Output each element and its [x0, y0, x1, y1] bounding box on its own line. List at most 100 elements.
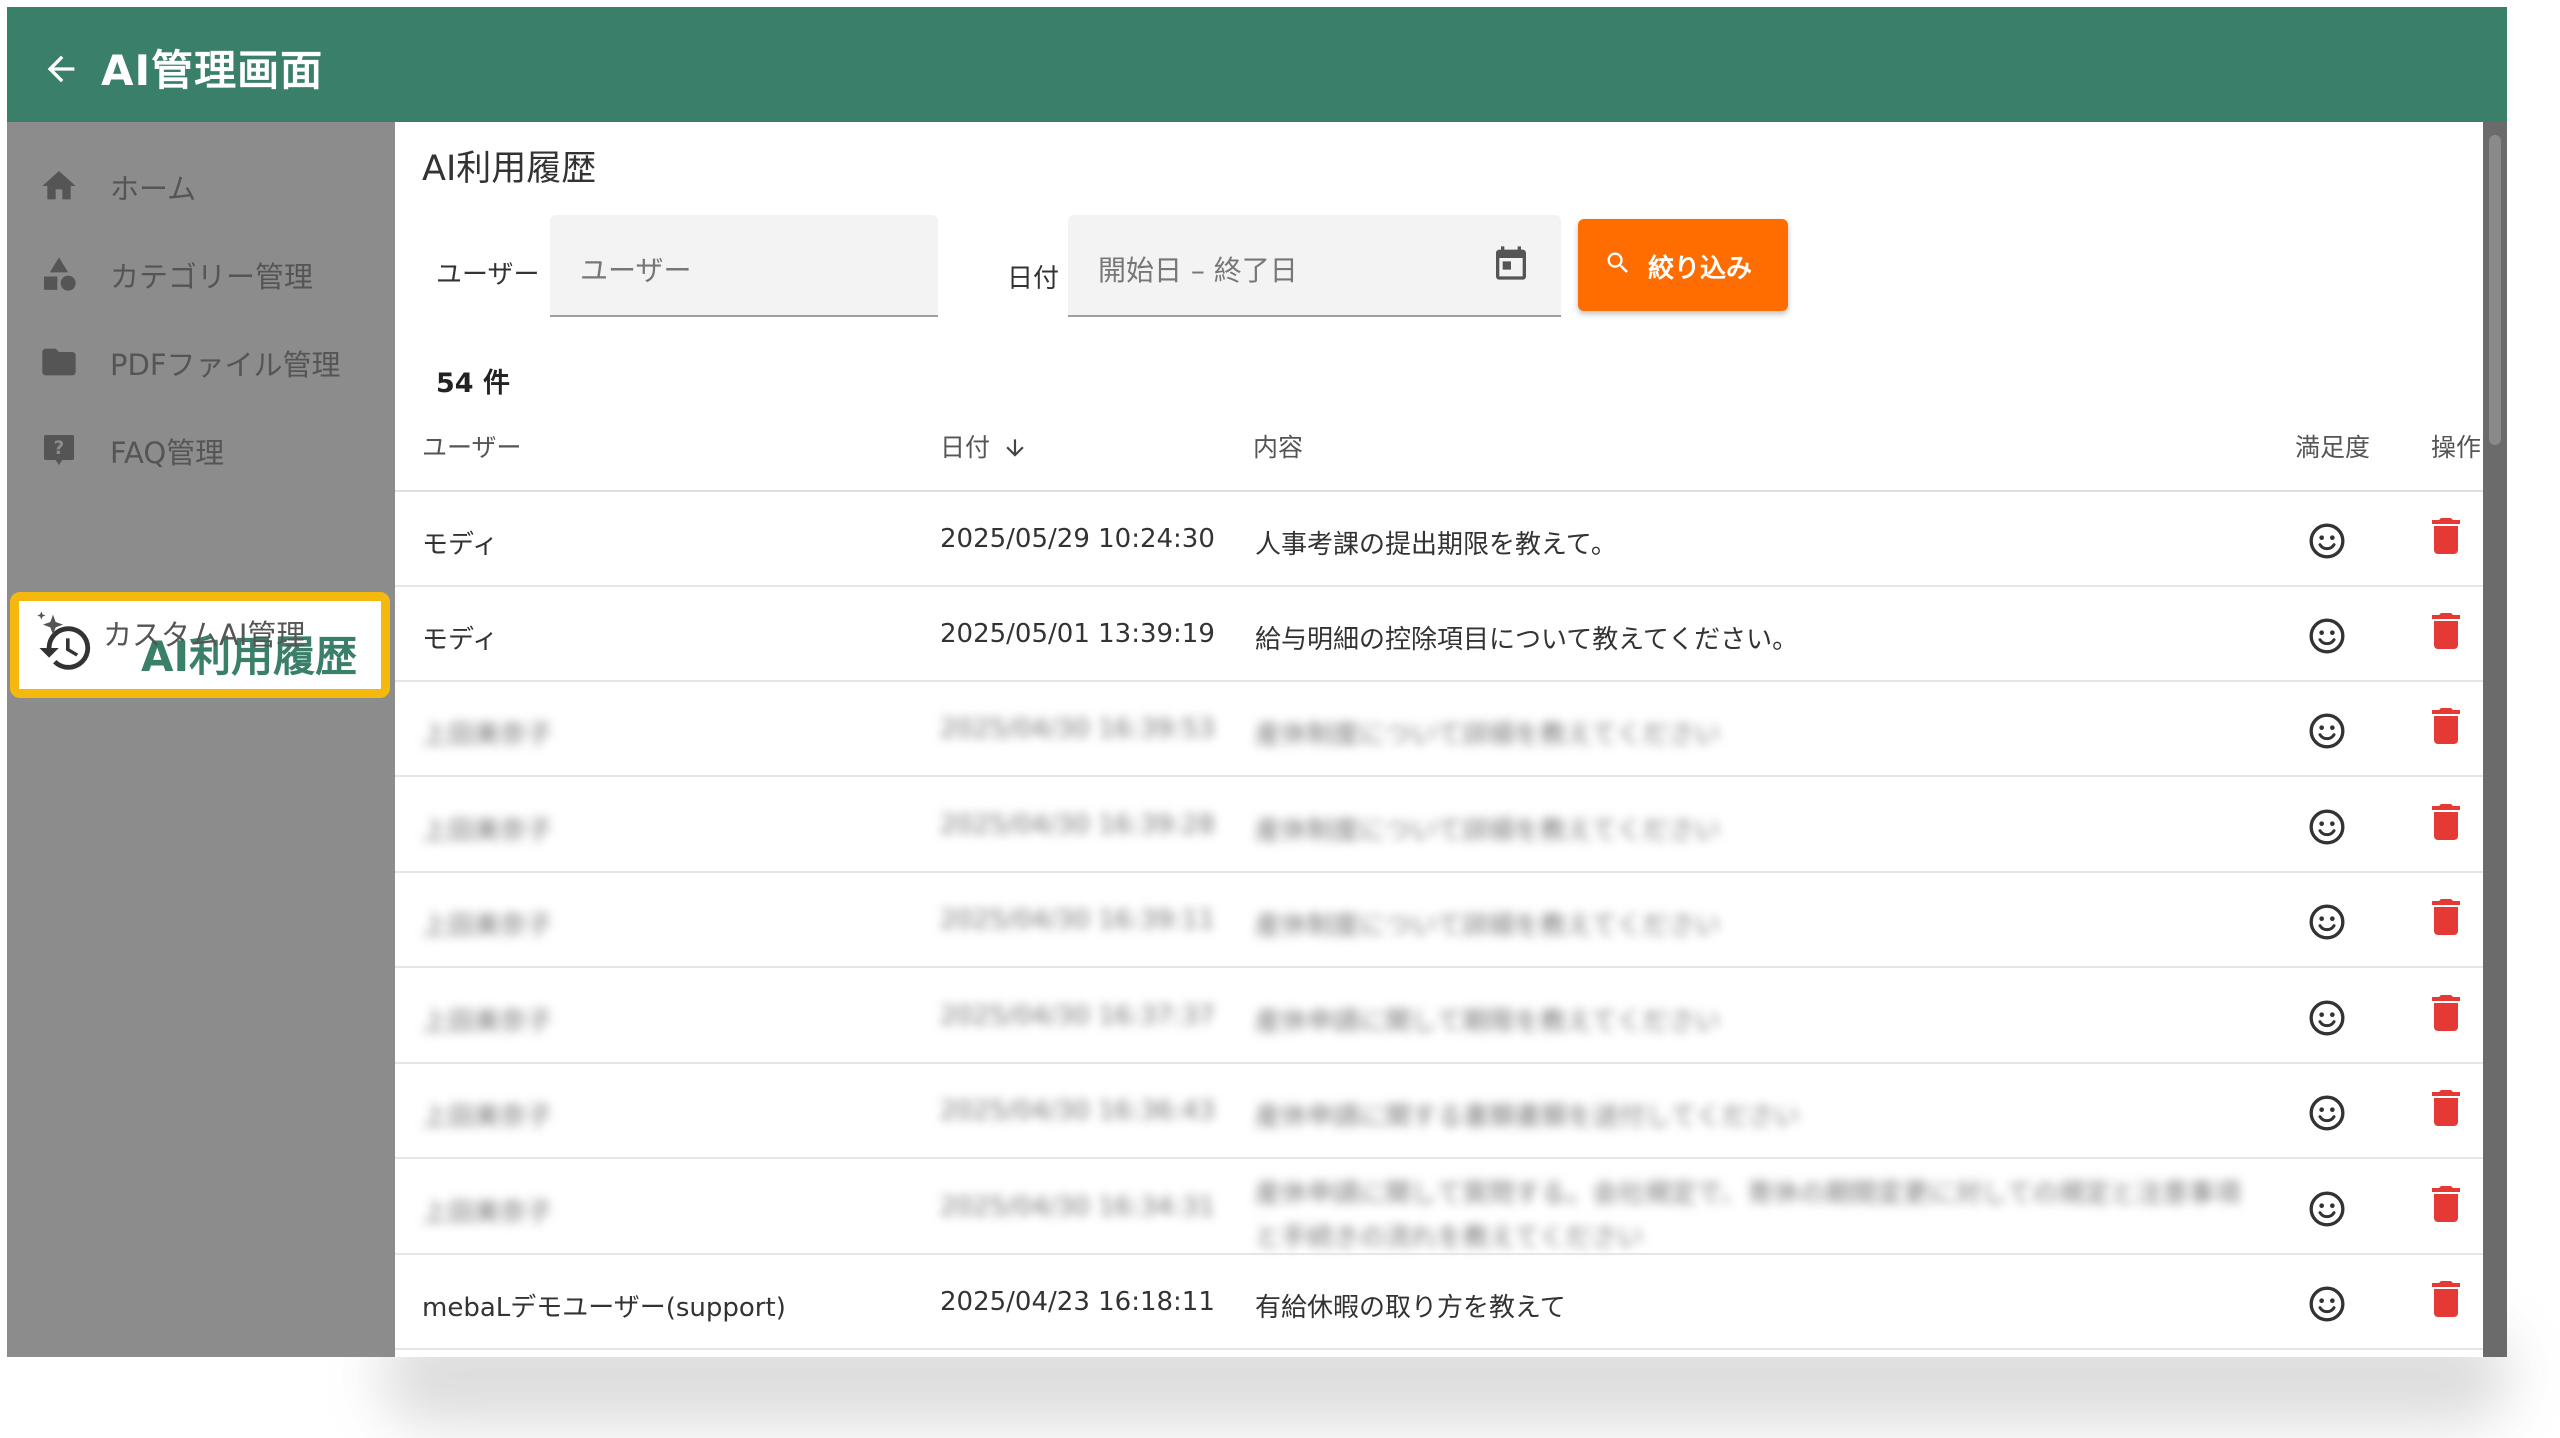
category-icon [44, 257, 76, 291]
smile-icon[interactable] [2307, 521, 2347, 561]
date-range-input[interactable]: 開始日 – 終了日 [1068, 215, 1561, 317]
calendar-icon[interactable] [1491, 243, 1531, 283]
sidebar-item-label: FAQ管理 [110, 436, 225, 470]
table-row[interactable]: 上田美奈子 2025/04/30 16:39:53 産休制度について詳細を教えてくだ… [395, 682, 2483, 777]
cell-date: 2025/04/30 16:34:31 [940, 1192, 1215, 1222]
sidebar-item-label: カテゴリー管理 [110, 260, 314, 294]
row-divider [395, 1348, 2245, 1350]
delete-icon[interactable] [2431, 708, 2461, 744]
smile-icon[interactable] [2307, 902, 2347, 942]
search-icon [1607, 252, 1628, 273]
cell-content: 給与明細の控除項目について教えてください。 [1255, 625, 1799, 655]
column-header-user[interactable]: ユーザー [422, 428, 522, 464]
sidebar-item-pdf-files[interactable]: PDFファイル管理 [7, 320, 395, 400]
home-icon [42, 171, 76, 200]
smile-icon[interactable] [2307, 616, 2347, 656]
smile-icon[interactable] [2307, 1093, 2347, 1133]
column-header-satisfaction: 満足度 [2295, 433, 2371, 462]
smile-icon[interactable] [2307, 1284, 2347, 1324]
cell-content: 産休申請に関して質問する。会社規定で、育休の期間変更に対しての規定と注意事項と手… [1255, 1179, 2241, 1253]
table-row[interactable]: モディ 2025/05/01 13:39:19 給与明細の控除項目について教えてくだ… [395, 587, 2483, 682]
table-row[interactable]: 上田美奈子 2025/04/30 16:39:11 産休制度について詳細を教えてくだ… [395, 873, 2483, 968]
user-filter-placeholder: ユーザー [580, 254, 692, 287]
cell-content: 産休制度について詳細を教えてください [1255, 911, 1721, 941]
delete-icon[interactable] [2431, 1281, 2461, 1317]
table-row[interactable]: 上田美奈子 2025/04/30 16:39:28 産休制度について詳細を教えてくだ… [395, 778, 2483, 873]
cell-date: 2025/04/30 16:36:43 [940, 1096, 1215, 1126]
sidebar-item-home[interactable]: ホーム [7, 144, 395, 224]
delete-icon[interactable] [2431, 518, 2461, 554]
table-row[interactable]: モディ 2025/05/29 10:24:30 人事考課の提出期限を教えて。 [395, 492, 2483, 587]
app-header: AI管理画面 [7, 7, 2507, 122]
cell-date: 2025/04/30 16:39:11 [940, 905, 1215, 935]
row-divider [395, 966, 2245, 968]
smile-icon[interactable] [2307, 998, 2347, 1038]
sidebar: ホーム カテゴリー管理 PDFファイル管理 ? FAQ管理 AI利用履歴 カスタ… [7, 122, 395, 1357]
cell-date: 2025/04/23 16:18:11 [940, 1287, 1215, 1317]
date-range-placeholder: 開始日 – 終了日 [1098, 254, 1298, 287]
cell-user: 上田美奈子 [422, 816, 553, 846]
table-row[interactable]: 上田美奈子 2025/04/30 16:34:31 産休申請に関して質問する。会社規… [395, 1160, 2483, 1255]
user-filter-input[interactable]: ユーザー [550, 215, 938, 317]
row-divider [2245, 775, 2483, 777]
scrollbar-thumb[interactable] [2489, 135, 2501, 445]
delete-icon[interactable] [2431, 613, 2461, 649]
table-row[interactable]: 上田美奈子 2025/04/30 16:36:43 産休申請に関する書類書類を送付し… [395, 1064, 2483, 1159]
cell-date: 2025/04/30 16:39:53 [940, 714, 1215, 744]
app-title: AI管理画面 [101, 46, 324, 95]
cell-date: 2025/05/29 10:24:30 [940, 524, 1215, 554]
page-title: AI利用履歴 [422, 149, 597, 189]
smile-icon[interactable] [2307, 807, 2347, 847]
table-row[interactable]: mebaLデモユーザー(support) 2025/04/23 16:18:11 有… [395, 1255, 2483, 1350]
svg-text:?: ? [54, 438, 65, 459]
result-count: 54 件 [436, 368, 510, 399]
cell-content: 有給休暇の取り方を教えて [1255, 1293, 1566, 1323]
cell-content: 人事考課の提出期限を教えて。 [1255, 530, 1617, 560]
cell-user: 上田美奈子 [422, 720, 553, 750]
smile-icon[interactable] [2307, 711, 2347, 751]
delete-icon[interactable] [2431, 1186, 2461, 1222]
cell-user: mebaLデモユーザー(support) [422, 1293, 786, 1323]
filter-button[interactable]: 絞り込み [1578, 219, 1788, 311]
table-row[interactable]: 上田美奈子 2025/04/30 16:37:37 産休申請に関して期限を教えてくだ… [395, 969, 2483, 1064]
smile-icon[interactable] [2307, 1189, 2347, 1229]
column-header-actions: 操作 [2431, 433, 2482, 462]
cell-date: 2025/04/30 16:37:37 [940, 1001, 1215, 1031]
row-divider [2245, 1157, 2483, 1159]
sidebar-item-faq[interactable]: ? FAQ管理 [7, 408, 395, 488]
row-divider [2245, 966, 2483, 968]
filter-button-label: 絞り込み [1648, 254, 1753, 284]
date-filter-label: 日付 [1007, 264, 1060, 294]
column-header-date-label: 日付 [940, 433, 991, 462]
help-icon: ? [44, 435, 74, 465]
row-divider [395, 775, 2245, 777]
cell-user: 上田美奈子 [422, 1007, 553, 1037]
sidebar-item-categories[interactable]: カテゴリー管理 [7, 232, 395, 312]
sidebar-item-custom-ai[interactable]: カスタムAI管理 [7, 590, 395, 670]
delete-icon[interactable] [2431, 899, 2461, 935]
row-divider [395, 1157, 2245, 1159]
cell-content: 産休申請に関して期限を教えてください [1255, 1007, 1721, 1037]
cell-user: モディ [422, 625, 499, 655]
delete-icon[interactable] [2431, 995, 2461, 1031]
cell-content: 産休申請に関する書類書類を送付してください [1255, 1102, 1800, 1132]
delete-icon[interactable] [2431, 804, 2461, 840]
cell-user: モディ [422, 530, 499, 560]
cell-user: 上田美奈子 [422, 911, 553, 941]
cell-date: 2025/04/30 16:39:28 [940, 810, 1215, 840]
cell-user: 上田美奈子 [422, 1102, 553, 1132]
cell-content: 産休制度について詳細を教えてください [1255, 816, 1721, 846]
main-content: AI利用履歴 ユーザー ユーザー 日付 開始日 – 終了日 絞り込み 54 件 … [395, 122, 2483, 1357]
cell-date: 2025/05/01 13:39:19 [940, 619, 1215, 649]
delete-icon[interactable] [2431, 1090, 2461, 1126]
sidebar-item-label: カスタムAI管理 [103, 618, 306, 652]
cell-user: 上田美奈子 [422, 1198, 553, 1228]
column-header-date[interactable]: 日付 [940, 428, 1028, 464]
cell-content: 産休制度について詳細を教えてください [1255, 720, 1721, 750]
user-filter-label: ユーザー [436, 260, 540, 290]
row-divider [2245, 1348, 2483, 1350]
sidebar-item-label: PDFファイル管理 [110, 348, 341, 382]
column-header-content: 内容 [1253, 433, 1304, 462]
app-window: AI管理画面 ホーム カテゴリー管理 PDFファイル管理 ? FAQ管理 AI利… [7, 7, 2507, 1357]
arrow-back-icon[interactable] [41, 49, 81, 89]
